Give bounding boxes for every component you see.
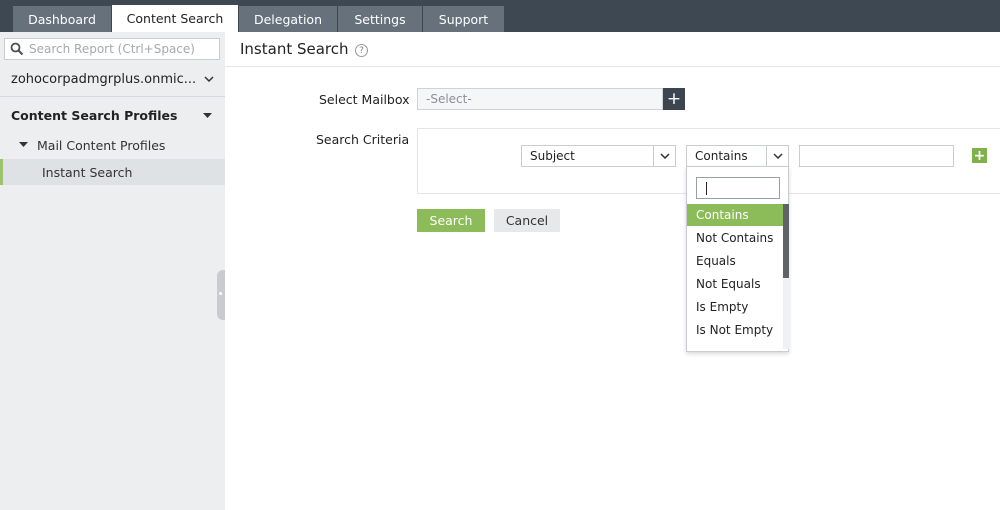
criteria-value-input[interactable]: [799, 145, 954, 167]
sidebar-item-instant-search[interactable]: Instant Search: [0, 159, 225, 185]
help-icon[interactable]: ?: [355, 44, 368, 57]
dropdown-arrow[interactable]: [653, 146, 675, 166]
tab-support[interactable]: Support: [423, 6, 504, 32]
dropdown-option-is-not-empty[interactable]: Is Not Empty: [687, 319, 783, 341]
search-icon: [10, 42, 24, 56]
sidebar-divider: [0, 96, 225, 97]
mailbox-select[interactable]: -Select-: [417, 88, 663, 110]
chevron-down-icon: [660, 153, 670, 159]
select-mailbox-label: Select Mailbox: [319, 92, 410, 107]
dropdown-option-label: Not Equals: [696, 277, 761, 291]
criteria-operator-value: Contains: [695, 149, 748, 163]
dropdown-option-is-empty[interactable]: Is Empty: [687, 296, 783, 318]
dropdown-option-label: Contains: [696, 208, 749, 222]
org-selector[interactable]: zohocorpadmgrplus.onmic...: [0, 68, 225, 92]
sidebar-collapse-handle[interactable]: [217, 270, 225, 320]
dropdown-option-label: Not Contains: [696, 231, 774, 245]
dropdown-arrow[interactable]: [766, 146, 788, 166]
search-button[interactable]: Search: [417, 209, 485, 232]
criteria-operator-select[interactable]: Contains: [686, 145, 789, 167]
top-nav-bar: Dashboard Content Search Delegation Sett…: [0, 0, 1000, 32]
mailbox-select-value: -Select-: [426, 92, 472, 106]
dropdown-scrollbar-thumb[interactable]: [783, 204, 789, 278]
dropdown-option-equals[interactable]: Equals: [687, 250, 783, 272]
cancel-button[interactable]: Cancel: [494, 209, 560, 232]
dropdown-option-contains[interactable]: Contains: [687, 204, 783, 226]
text-cursor: [706, 182, 707, 195]
report-search-box[interactable]: [4, 38, 220, 60]
search-criteria-label: Search Criteria: [316, 132, 410, 147]
report-search-input[interactable]: [29, 41, 215, 57]
caret-down-icon: [19, 142, 28, 147]
dropdown-option-not-equals[interactable]: Not Equals: [687, 273, 783, 295]
criteria-field-value: Subject: [530, 149, 575, 163]
content-search-profiles-header[interactable]: Content Search Profiles: [0, 104, 225, 126]
chevron-down-icon: [204, 76, 214, 82]
page-title: Instant Search: [240, 40, 349, 58]
section-title: Content Search Profiles: [11, 108, 178, 123]
tab-settings[interactable]: Settings: [338, 6, 422, 32]
dropdown-option-label: Is Not Empty: [696, 323, 774, 337]
dropdown-search-input[interactable]: [696, 177, 780, 199]
tab-delegation[interactable]: Delegation: [239, 6, 337, 32]
org-name: zohocorpadmgrplus.onmic...: [11, 72, 197, 87]
tab-dashboard[interactable]: Dashboard: [13, 6, 111, 32]
sidebar-item-label: Mail Content Profiles: [37, 138, 166, 153]
tab-content-search[interactable]: Content Search: [112, 5, 238, 32]
criteria-field-select[interactable]: Subject: [521, 145, 676, 167]
add-criteria-button[interactable]: +: [972, 148, 987, 163]
dropdown-option-label: Equals: [696, 254, 736, 268]
operator-dropdown-list: Contains Not Contains Equals Not Equals …: [686, 166, 789, 352]
sidebar-item-mail-content-profiles[interactable]: Mail Content Profiles: [0, 134, 225, 156]
dropdown-option-label: Is Empty: [696, 300, 749, 314]
sidebar: zohocorpadmgrplus.onmic... Content Searc…: [0, 32, 225, 510]
chevron-down-icon: [773, 153, 783, 159]
dropdown-option-not-contains[interactable]: Not Contains: [687, 227, 783, 249]
add-mailbox-button[interactable]: +: [663, 88, 685, 110]
sidebar-item-label: Instant Search: [42, 165, 133, 180]
title-divider: [225, 66, 1000, 67]
caret-down-icon: [203, 113, 212, 118]
